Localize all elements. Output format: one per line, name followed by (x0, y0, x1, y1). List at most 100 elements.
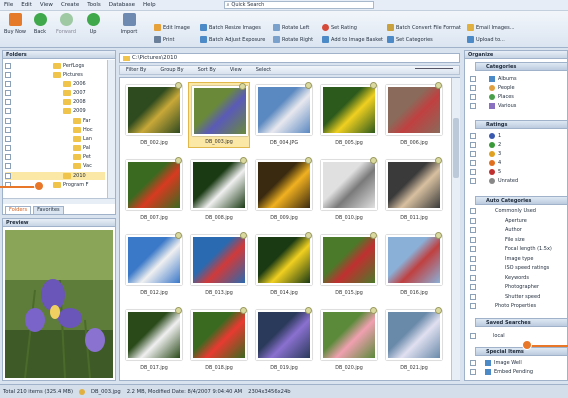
checkbox[interactable] (470, 333, 476, 339)
folders-hscrollbar[interactable] (3, 198, 115, 204)
thumbnail-cell[interactable]: DB_015.jpg (318, 232, 380, 298)
grid-scrollbar[interactable] (451, 78, 460, 380)
print-button[interactable]: Print (154, 35, 175, 44)
checkbox[interactable] (470, 208, 476, 214)
folder-item-perflogs[interactable]: PerfLogs (63, 63, 84, 69)
checkbox[interactable] (470, 303, 476, 309)
checkbox[interactable] (470, 142, 476, 148)
folder-item-program-files[interactable]: Program F (63, 182, 89, 188)
thumbnail-cell[interactable]: DB_010.jpg (318, 157, 380, 223)
auto-category-item[interactable]: Photographer (505, 284, 539, 290)
checkbox[interactable] (470, 178, 476, 184)
up-button[interactable]: Up (80, 13, 106, 35)
checkbox[interactable] (470, 246, 476, 252)
category-people[interactable]: People (498, 85, 515, 91)
checkbox[interactable] (470, 360, 476, 366)
auto-category-item[interactable]: File size (505, 237, 525, 243)
checkbox[interactable] (470, 369, 476, 375)
checkbox[interactable] (470, 255, 476, 262)
checkbox[interactable] (470, 236, 476, 243)
tab-favorites[interactable]: Favorites (33, 206, 64, 215)
folders-scrollbar[interactable] (107, 60, 115, 198)
checkbox[interactable] (470, 94, 476, 100)
saved-searches-header[interactable]: Saved Searches (475, 318, 568, 327)
checkbox[interactable] (5, 173, 11, 179)
thumbnail-cell[interactable]: DB_021.jpg (383, 307, 445, 373)
checkbox[interactable] (5, 99, 11, 105)
back-button[interactable]: Back (27, 13, 53, 35)
menu-view[interactable]: View (40, 2, 53, 8)
rating-item[interactable]: 1 (498, 133, 501, 139)
buy-now-button[interactable]: Buy Now (2, 13, 28, 35)
menu-database[interactable]: Database (109, 2, 135, 8)
rating-item[interactable]: 5 (498, 169, 501, 175)
category-albums[interactable]: Albums (498, 76, 517, 82)
folder-item-vac[interactable]: Vac (83, 163, 92, 169)
thumbnail-cell[interactable]: DB_016.jpg (383, 232, 445, 298)
quick-search[interactable]: ⌕ Quick Search (223, 1, 374, 9)
set-rating-button[interactable]: Set Rating (322, 23, 357, 32)
upload-button[interactable]: Upload to... (467, 35, 505, 44)
group-by-button[interactable]: Group By (160, 67, 183, 73)
select-button[interactable]: Select (256, 67, 271, 73)
checkbox[interactable] (470, 274, 476, 281)
folder-item-2009[interactable]: 2009 (73, 108, 86, 114)
import-button[interactable]: Import (116, 13, 142, 35)
filter-by-button[interactable]: Filter By (126, 67, 146, 73)
checkbox[interactable] (5, 81, 11, 87)
thumbnail-cell[interactable]: DB_006.jpg (383, 82, 445, 148)
category-various[interactable]: Various (498, 103, 516, 109)
auto-category-item[interactable]: Commonly Used (495, 208, 536, 214)
checkbox[interactable] (470, 76, 476, 82)
menu-file[interactable]: File (4, 2, 13, 8)
folder-item-2007[interactable]: 2007 (73, 90, 86, 96)
folder-item-2008[interactable]: 2008 (73, 99, 86, 105)
checkbox[interactable] (470, 151, 476, 157)
folder-item-pictures[interactable]: Pictures (63, 72, 83, 78)
checkbox[interactable] (5, 118, 11, 124)
thumbnail-cell[interactable]: DB_020.jpg (318, 307, 380, 373)
folder-item-far[interactable]: Far (83, 118, 91, 124)
rotate-left-button[interactable]: Rotate Left (273, 23, 309, 32)
sort-by-button[interactable]: Sort By (198, 67, 216, 73)
saved-search-local[interactable]: local (493, 333, 505, 339)
checkbox[interactable] (5, 145, 11, 151)
checkbox[interactable] (5, 90, 11, 96)
checkbox[interactable] (5, 136, 11, 142)
batch-convert-button[interactable]: Batch Convert File Format (387, 23, 461, 32)
batch-resize-button[interactable]: Batch Resize Images (200, 23, 261, 32)
checkbox[interactable] (470, 85, 476, 91)
auto-category-item[interactable]: Keywords (505, 275, 529, 281)
thumbnail-cell[interactable]: DB_007.jpg (123, 157, 185, 223)
thumbnail-cell[interactable]: DB_003.jpg (188, 82, 250, 148)
scroll-thumb[interactable] (453, 118, 459, 178)
address-bar[interactable]: C:\Pictures\2010 (119, 53, 460, 63)
checkbox[interactable] (470, 217, 476, 224)
auto-category-item[interactable]: ISO speed ratings (505, 265, 549, 271)
thumbnail-cell[interactable]: DB_017.jpg (123, 307, 185, 373)
auto-category-item[interactable]: Photo Properties (495, 303, 536, 309)
thumbnail-cell[interactable]: DB_004.JPG (253, 82, 315, 148)
checkbox[interactable] (5, 72, 11, 78)
checkbox[interactable] (5, 154, 11, 160)
checkbox[interactable] (470, 284, 476, 290)
categories-header[interactable]: Categories (475, 62, 568, 71)
checkbox[interactable] (5, 163, 11, 169)
auto-category-item[interactable]: Aperture (505, 218, 527, 224)
thumbnail-cell[interactable]: DB_002.jpg (123, 82, 185, 148)
auto-category-item[interactable]: Image type (505, 256, 533, 262)
zoom-slider[interactable] (415, 68, 453, 72)
auto-category-item[interactable]: Shutter speed (505, 294, 540, 300)
folder-item-2006[interactable]: 2006 (73, 81, 86, 87)
rating-item[interactable]: Unrated (498, 178, 518, 184)
folder-item-2010[interactable]: 2010 (73, 173, 86, 179)
auto-categories-header[interactable]: Auto Categories (475, 196, 568, 205)
checkbox[interactable] (470, 103, 476, 109)
rating-item[interactable]: 4 (498, 160, 501, 166)
checkbox[interactable] (5, 63, 11, 69)
menu-tools[interactable]: Tools (87, 2, 101, 8)
thumbnail-cell[interactable]: DB_014.jpg (253, 232, 315, 298)
thumbnail-cell[interactable]: DB_011.jpg (383, 157, 445, 223)
folder-item-pal[interactable]: Pal (83, 145, 90, 151)
menu-help[interactable]: Help (143, 2, 156, 8)
